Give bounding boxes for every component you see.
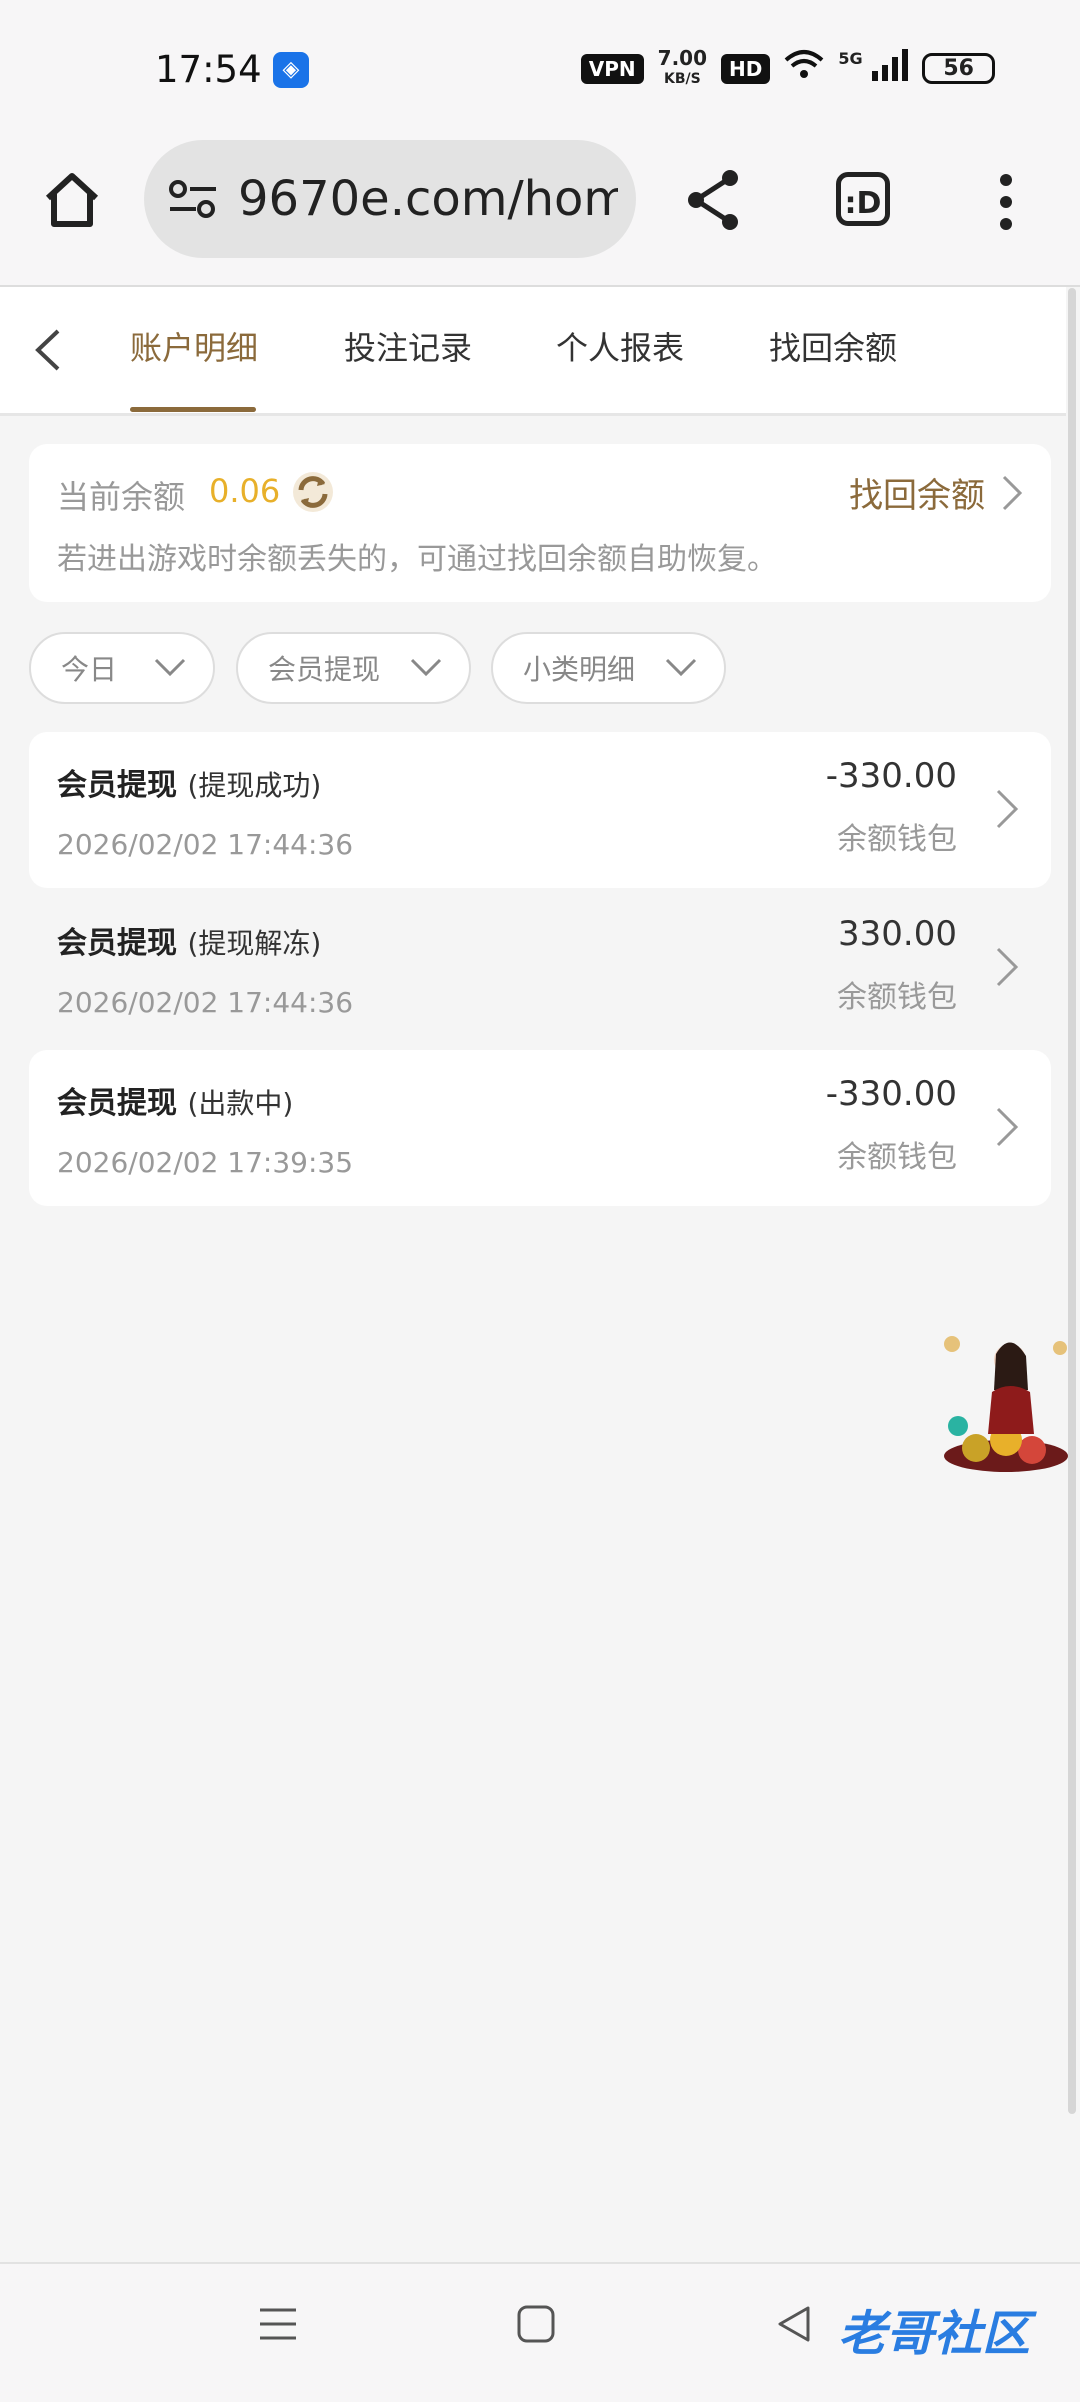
share-icon[interactable] bbox=[684, 168, 744, 232]
shield-icon: ◈ bbox=[273, 52, 309, 88]
record-title: 会员提现 (出款中) bbox=[57, 1078, 293, 1122]
record-wallet: 余额钱包 bbox=[837, 822, 957, 857]
record-amount: 330.00 bbox=[838, 914, 957, 954]
floating-promo-icon[interactable] bbox=[936, 1330, 1076, 1476]
list-item[interactable]: 会员提现 (出款中) 2026/02/02 17:39:35 -330.00 余… bbox=[29, 1050, 1051, 1206]
vpn-badge: VPN bbox=[580, 53, 644, 84]
home-icon[interactable] bbox=[42, 170, 102, 230]
filter-type-label: 会员提现 bbox=[268, 653, 381, 686]
record-status: (提现成功) bbox=[187, 769, 322, 802]
filter-date-label: 今日 bbox=[61, 653, 118, 686]
record-wallet: 余额钱包 bbox=[837, 1140, 957, 1175]
chevron-right-icon bbox=[1002, 475, 1023, 510]
record-type: 会员提现 bbox=[57, 1086, 177, 1121]
list-item[interactable]: 会员提现 (提现解冻) 2026/02/02 17:44:36 330.00 余… bbox=[29, 890, 1051, 1046]
url-text[interactable]: 9670e.com/home bbox=[238, 171, 618, 227]
record-status: (出款中) bbox=[187, 1087, 294, 1120]
list-item[interactable]: 会员提现 (提现成功) 2026/02/02 17:44:36 -330.00 … bbox=[29, 732, 1051, 888]
record-date: 2026/02/02 17:44:36 bbox=[57, 986, 354, 1019]
recover-balance-link[interactable]: 找回余额 bbox=[849, 468, 1023, 517]
record-title: 会员提现 (提现解冻) bbox=[57, 918, 321, 962]
network-type: 5G bbox=[838, 49, 863, 68]
signal-icon: 5G bbox=[838, 49, 909, 88]
home-nav-icon[interactable] bbox=[516, 2304, 556, 2344]
balance-card: 当前余额 0.06 找回余额 若进出游戏时余额丢失的，可通过找回余额自助恢复。 bbox=[29, 444, 1051, 602]
status-bar: 17:54 ◈ VPN 7.00 KB/S HD 5G 56 bbox=[0, 0, 1080, 140]
recover-balance-label[interactable]: 找回余额 bbox=[849, 468, 985, 517]
chevron-right-icon bbox=[996, 1107, 1019, 1147]
record-date: 2026/02/02 17:39:35 bbox=[57, 1146, 354, 1179]
browser-toolbar: 9670e.com/home :D bbox=[0, 140, 1080, 287]
scrollbar[interactable] bbox=[1068, 288, 1076, 2114]
balance-label: 当前余额 bbox=[57, 478, 186, 516]
site-settings-icon[interactable] bbox=[168, 179, 218, 219]
tab-personal-report[interactable]: 个人报表 bbox=[556, 323, 684, 369]
filter-subtype-label: 小类明细 bbox=[523, 653, 636, 686]
tab-switcher-button[interactable]: :D bbox=[836, 172, 890, 226]
watermark-logo: 老哥社区 bbox=[838, 2306, 1031, 2362]
record-amount: -330.00 bbox=[825, 1074, 957, 1114]
record-wallet: 余额钱包 bbox=[837, 980, 957, 1015]
system-nav-bar: 老哥社区 bbox=[0, 2262, 1080, 2402]
refresh-icon[interactable] bbox=[291, 470, 335, 514]
tab-bet-records[interactable]: 投注记录 bbox=[344, 323, 472, 369]
record-status: (提现解冻) bbox=[187, 927, 322, 960]
network-speed: 7.00 KB/S bbox=[657, 46, 708, 88]
more-menu-icon[interactable] bbox=[996, 172, 1016, 232]
status-icons: VPN 7.00 KB/S HD 5G 56 bbox=[580, 46, 995, 89]
balance-value: 0.06 bbox=[209, 472, 281, 510]
record-date: 2026/02/02 17:44:36 bbox=[57, 828, 354, 861]
hd-badge: HD bbox=[721, 53, 771, 84]
recent-apps-icon[interactable] bbox=[258, 2304, 298, 2344]
filter-type[interactable]: 会员提现 bbox=[236, 632, 471, 704]
address-bar[interactable]: 9670e.com/home bbox=[144, 140, 636, 258]
chevron-right-icon bbox=[996, 947, 1019, 987]
status-time: 17:54 bbox=[155, 48, 262, 91]
chevron-down-icon bbox=[410, 658, 442, 677]
chevron-down-icon bbox=[665, 658, 697, 677]
filter-date[interactable]: 今日 bbox=[29, 632, 215, 704]
record-title: 会员提现 (提现成功) bbox=[57, 760, 321, 804]
wifi-icon bbox=[784, 48, 824, 89]
record-type: 会员提现 bbox=[57, 768, 177, 803]
battery-indicator: 56 bbox=[922, 53, 995, 84]
tab-recover-balance[interactable]: 找回余额 bbox=[769, 323, 897, 369]
network-speed-unit: KB/S bbox=[663, 71, 701, 87]
record-type: 会员提现 bbox=[57, 926, 177, 961]
filter-subtype[interactable]: 小类明细 bbox=[491, 632, 726, 704]
balance-hint: 若进出游戏时余额丢失的，可通过找回余额自助恢复。 bbox=[57, 542, 777, 577]
page-tabs: 账户明细 投注记录 个人报表 找回余额 bbox=[0, 287, 1066, 416]
back-arrow-icon[interactable] bbox=[30, 325, 66, 375]
chevron-right-icon bbox=[996, 789, 1019, 829]
chevron-down-icon bbox=[154, 658, 186, 677]
back-nav-icon[interactable] bbox=[774, 2304, 814, 2344]
network-speed-value: 7.00 bbox=[657, 46, 708, 70]
tab-account-details[interactable]: 账户明细 bbox=[130, 323, 258, 369]
record-amount: -330.00 bbox=[825, 756, 957, 796]
active-tab-indicator bbox=[130, 407, 256, 412]
